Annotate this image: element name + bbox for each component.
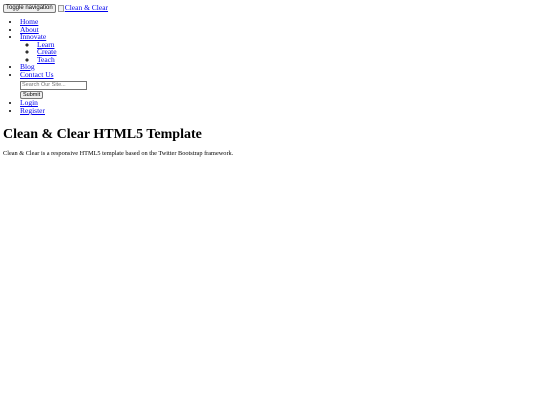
nav-item-register: Register xyxy=(20,107,537,115)
nav-item-about: About xyxy=(20,25,537,34)
nav-item-contact: Contact Us xyxy=(20,70,537,79)
nav-link-contact-us[interactable]: Contact Us xyxy=(20,70,54,79)
submenu-item-teach: Teach xyxy=(37,55,537,64)
main-nav: Home About Innovate Learn Create Teach B… xyxy=(3,18,537,78)
nav-item-blog: Blog xyxy=(20,63,537,71)
submenu-item-create: Create xyxy=(37,48,537,56)
top-bar: Toggle navigation Clean & Clear xyxy=(3,3,537,13)
nav-item-home: Home xyxy=(20,18,537,26)
innovate-submenu: Learn Create Teach xyxy=(20,41,537,63)
broken-image-icon xyxy=(57,4,64,12)
toggle-navigation-button[interactable]: Toggle navigation xyxy=(3,3,56,13)
nav-item-innovate: Innovate Learn Create Teach xyxy=(20,33,537,63)
page-title: Clean & Clear HTML5 Template xyxy=(3,126,202,142)
page: Toggle navigation Clean & Clear Home Abo… xyxy=(3,3,537,158)
search-input[interactable] xyxy=(20,81,87,91)
brand-logo-link[interactable]: Clean & Clear xyxy=(57,3,109,12)
page-description: Clean & Clear is a responsive HTML5 temp… xyxy=(3,149,234,157)
search-form: Submit xyxy=(20,81,537,100)
brand-logo-alt-text: Clean & Clear xyxy=(64,3,109,12)
nav-item-login: Login xyxy=(20,99,537,107)
secondary-nav: Submit Login Register xyxy=(3,81,537,114)
submenu-link-teach[interactable]: Teach xyxy=(37,55,55,64)
submenu-item-learn: Learn xyxy=(37,41,537,49)
register-link[interactable]: Register xyxy=(20,106,45,115)
